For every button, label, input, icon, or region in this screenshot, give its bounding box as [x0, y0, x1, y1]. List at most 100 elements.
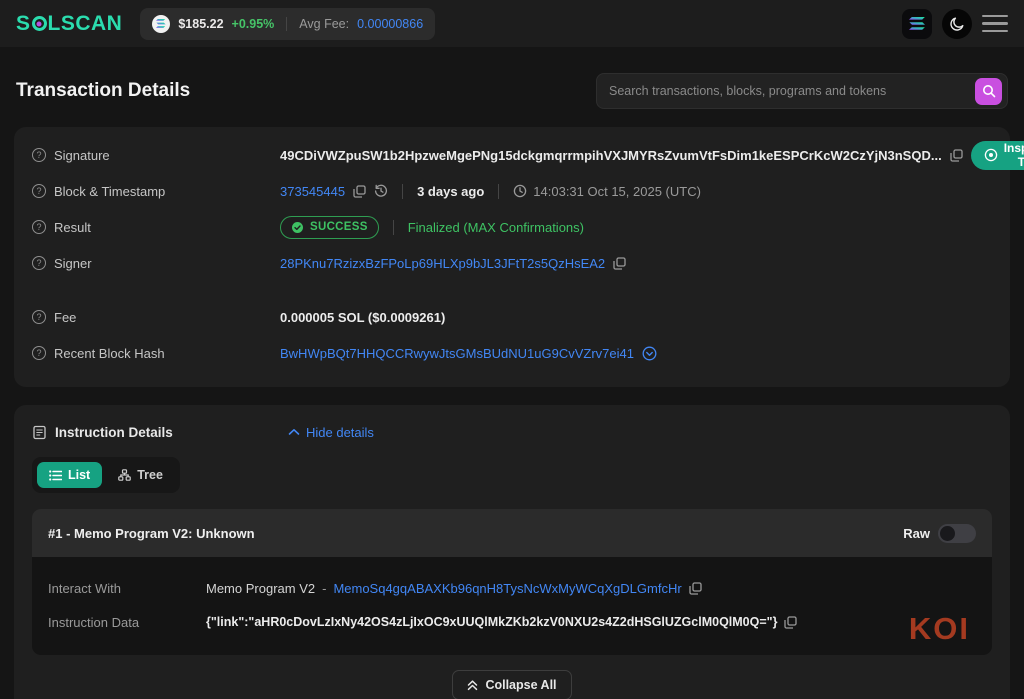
solscan-logo[interactable]: S LSCAN: [16, 12, 122, 36]
document-icon: [32, 425, 47, 440]
instruction-card-body: Interact With Memo Program V2 - MemoSq4g…: [32, 557, 992, 655]
chevron-down-circle-icon: [642, 346, 657, 361]
interact-row: Interact With Memo Program V2 - MemoSq4g…: [48, 571, 976, 605]
result-label: Result: [54, 220, 91, 235]
collapse-all-button[interactable]: Collapse All: [452, 670, 571, 699]
solana-icon: [909, 17, 925, 30]
row-result: ? Result SUCCESS Finalized (MAX Confirma…: [32, 209, 992, 245]
menu-button[interactable]: [982, 9, 1008, 39]
interact-address-link[interactable]: MemoSq4gqABAXKb96qnH8TysNcWxMyWCqXgDLGmf…: [333, 581, 681, 596]
row-recent-block-hash: ? Recent Block Hash BwHWpBQt7HHQCCRwywJt…: [32, 335, 992, 371]
copy-icon: [784, 616, 797, 629]
question-icon: ?: [32, 148, 46, 162]
signature-label: Signature: [54, 148, 110, 163]
section-spacer: [32, 281, 992, 299]
instructions-title: Instruction Details: [55, 425, 173, 440]
search-input[interactable]: [609, 84, 975, 98]
page-title: Transaction Details: [16, 80, 190, 102]
row-block-timestamp: ? Block & Timestamp 373545445 3 days ago…: [32, 173, 992, 209]
block-number-link[interactable]: 373545445: [280, 184, 345, 199]
copy-icon: [689, 582, 702, 595]
copy-signer-button[interactable]: [613, 257, 626, 270]
instruction-title: #1 - Memo Program V2: Unknown: [48, 526, 255, 541]
divider: [393, 220, 394, 235]
brand-text-rest: LSCAN: [48, 12, 123, 36]
block-history-button[interactable]: [374, 184, 388, 198]
expand-hash-button[interactable]: [642, 346, 657, 361]
interact-label: Interact With: [48, 581, 206, 596]
signature-value: 49CDiVWZpuSW1b2HpzweMgePNg15dckgmqrrmpih…: [280, 148, 942, 163]
copy-interact-button[interactable]: [689, 582, 702, 595]
sol-price: $185.22: [178, 17, 223, 31]
row-fee: ? Fee 0.000005 SOL ($0.0009261): [32, 299, 992, 335]
moon-icon: [949, 16, 965, 32]
interact-program: Memo Program V2: [206, 581, 315, 596]
instruction-card-header: #1 - Memo Program V2: Unknown Raw: [32, 509, 992, 557]
copy-block-button[interactable]: [353, 185, 366, 198]
tree-icon: [118, 469, 131, 481]
theme-toggle-button[interactable]: [942, 9, 972, 39]
chevron-up-icon: [288, 428, 300, 436]
instruction-data-value: {"link":"aHR0cDovLzIxNy42OS4zLjIxOC9xUUQ…: [206, 615, 777, 629]
row-signer: ? Signer 28PKnu7RzizxBzFPoLp69HLXp9bJL3J…: [32, 245, 992, 281]
copy-icon: [950, 149, 963, 162]
copy-icon: [353, 185, 366, 198]
search-icon: [982, 84, 996, 98]
hash-label: Recent Block Hash: [54, 346, 165, 361]
instructions-panel: Instruction Details Hide details List Tr…: [14, 405, 1010, 699]
avg-fee-label: Avg Fee:: [299, 17, 349, 31]
hide-details-toggle[interactable]: Hide details: [288, 425, 374, 440]
solana-coin-icon: [152, 15, 170, 33]
search-button[interactable]: [975, 78, 1002, 105]
search-bar: [596, 73, 1008, 109]
question-icon: ?: [32, 184, 46, 198]
raw-toggle[interactable]: [938, 524, 976, 543]
question-icon: ?: [32, 310, 46, 324]
signer-label: Signer: [54, 256, 92, 271]
history-icon: [374, 184, 388, 198]
signer-link[interactable]: 28PKnu7RzizxBzFPoLp69HLXp9bJL3JFtT2s5QzH…: [280, 256, 605, 271]
row-signature: ? Signature 49CDiVWZpuSW1b2HpzweMgePNg15…: [32, 137, 992, 173]
divider: [402, 184, 403, 199]
inspect-tx-button[interactable]: Inspect Tx: [971, 141, 1024, 170]
fee-label: Fee: [54, 310, 76, 325]
instruction-data-label: Instruction Data: [48, 615, 206, 630]
question-icon: ?: [32, 256, 46, 270]
hash-link[interactable]: BwHWpBQt7HHQCCRwywJtsGMsBUdNU1uG9CvVZrv7…: [280, 346, 634, 361]
eye-icon: [984, 148, 998, 162]
finality-text: Finalized (MAX Confirmations): [408, 220, 584, 235]
clock-icon: [513, 184, 527, 198]
separator: -: [322, 581, 326, 596]
instruction-card: #1 - Memo Program V2: Unknown Raw Intera…: [32, 509, 992, 655]
block-time: 14:03:31 Oct 15, 2025 (UTC): [533, 184, 701, 199]
solscan-app: S LSCAN $185.22 +0.95% Avg Fee: 0.0000086…: [0, 0, 1024, 699]
copy-data-button[interactable]: [784, 616, 797, 629]
double-chevron-up-icon: [467, 679, 478, 691]
tree-view-button[interactable]: Tree: [106, 462, 175, 488]
raw-label: Raw: [903, 526, 930, 541]
instruction-data-row: Instruction Data {"link":"aHR0cDovLzIxNy…: [48, 605, 976, 639]
copy-signature-button[interactable]: [950, 149, 963, 162]
block-label: Block & Timestamp: [54, 184, 165, 199]
solana-network-button[interactable]: [902, 9, 932, 39]
hamburger-icon: [982, 15, 1008, 18]
top-actions: [902, 9, 1008, 39]
check-circle-icon: [291, 221, 304, 234]
question-icon: ?: [32, 220, 46, 234]
sol-price-widget: $185.22 +0.95% Avg Fee: 0.00000866: [140, 8, 435, 40]
top-header: S LSCAN $185.22 +0.95% Avg Fee: 0.0000086…: [0, 0, 1024, 47]
price-divider: [286, 17, 287, 31]
view-toggle: List Tree: [32, 457, 180, 493]
list-icon: [49, 470, 62, 481]
divider: [498, 184, 499, 199]
solscan-o-icon: [32, 16, 47, 31]
avg-fee-value[interactable]: 0.00000866: [357, 17, 423, 31]
instructions-head: Instruction Details Hide details: [32, 415, 992, 449]
brand-text-s: S: [16, 12, 31, 36]
list-view-button[interactable]: List: [37, 462, 102, 488]
koi-watermark: KOI: [909, 611, 970, 647]
question-icon: ?: [32, 346, 46, 360]
sol-change: +0.95%: [232, 17, 275, 31]
overview-panel: ? Signature 49CDiVWZpuSW1b2HpzweMgePNg15…: [14, 127, 1010, 387]
page-head: Transaction Details: [0, 47, 1024, 127]
